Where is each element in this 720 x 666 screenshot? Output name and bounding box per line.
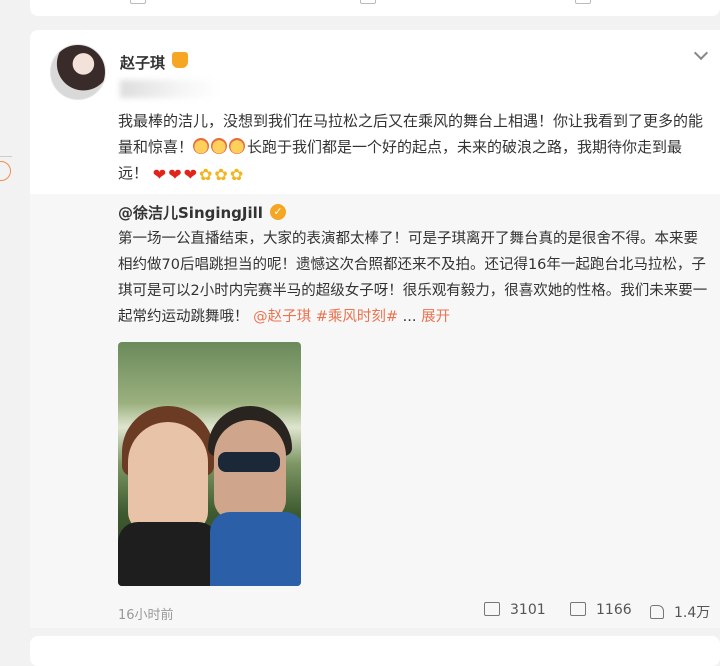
like-icon[interactable] xyxy=(575,0,591,4)
weibo-post-card: 赵子琪 我最棒的洁儿，没想到我们在马拉松之后又在乘风的舞台上相遇！你让我看到了更… xyxy=(30,30,720,628)
reposted-content[interactable]: @徐洁儿SingingJill ✓ 第一场一公直播结束，大家的表演都太棒了！可是… xyxy=(30,194,720,628)
chevron-down-icon[interactable] xyxy=(693,45,709,61)
star-icon: ✿ xyxy=(199,165,213,184)
left-sidebar-fragment xyxy=(0,150,14,190)
expand-link[interactable]: 展开 xyxy=(421,309,450,325)
post-body: 我最棒的洁儿，没想到我们在马拉松之后又在乘风的舞台上相遇！你让我看到了更多的能量… xyxy=(118,108,708,186)
heart-icon: ❤ xyxy=(168,165,182,184)
ellipsis: ... xyxy=(402,309,417,325)
repost-icon[interactable] xyxy=(130,0,146,4)
star-icon: ✿ xyxy=(214,165,228,184)
verified-icon: ✓ xyxy=(270,204,286,220)
post-timestamp[interactable]: 16小时前 xyxy=(118,604,174,623)
heart-icon: ❤ xyxy=(152,165,167,184)
hashtag-link[interactable]: #乘风时刻# xyxy=(316,309,398,325)
repost-icon xyxy=(484,602,500,616)
comment-icon[interactable] xyxy=(360,0,376,4)
comment-icon xyxy=(570,602,586,616)
star-icon: ✿ xyxy=(229,165,244,184)
like-count: 1.4万 xyxy=(674,605,711,621)
repost-count: 3101 xyxy=(510,602,546,618)
badge-icon[interactable] xyxy=(0,161,11,181)
like-button[interactable]: 1.4万 xyxy=(650,602,710,622)
post-meta-blurred xyxy=(120,80,220,98)
post-photo[interactable] xyxy=(118,342,301,586)
crown-icon xyxy=(172,52,188,68)
avatar[interactable] xyxy=(50,44,106,100)
repost-author[interactable]: @徐洁儿SingingJill xyxy=(118,202,263,223)
repost-body: 第一场一公直播结束，大家的表演都太棒了！可是子琪离开了舞台真的是很舍不得。本来要… xyxy=(118,226,708,330)
like-icon xyxy=(650,605,664,619)
next-post-card xyxy=(30,636,720,666)
emoji-face-icon xyxy=(229,138,246,154)
comment-count: 1166 xyxy=(596,602,632,618)
heart-icon: ❤ xyxy=(183,165,198,184)
divider xyxy=(0,156,12,157)
mention-link[interactable]: @赵子琪 xyxy=(253,309,311,325)
repost-button[interactable]: 3101 xyxy=(484,602,546,618)
emoji-face-icon xyxy=(211,138,228,154)
previous-post-footer xyxy=(30,0,720,16)
comment-button[interactable]: 1166 xyxy=(570,602,632,618)
author-name[interactable]: 赵子琪 xyxy=(120,52,165,73)
emoji-face-icon xyxy=(193,138,210,154)
